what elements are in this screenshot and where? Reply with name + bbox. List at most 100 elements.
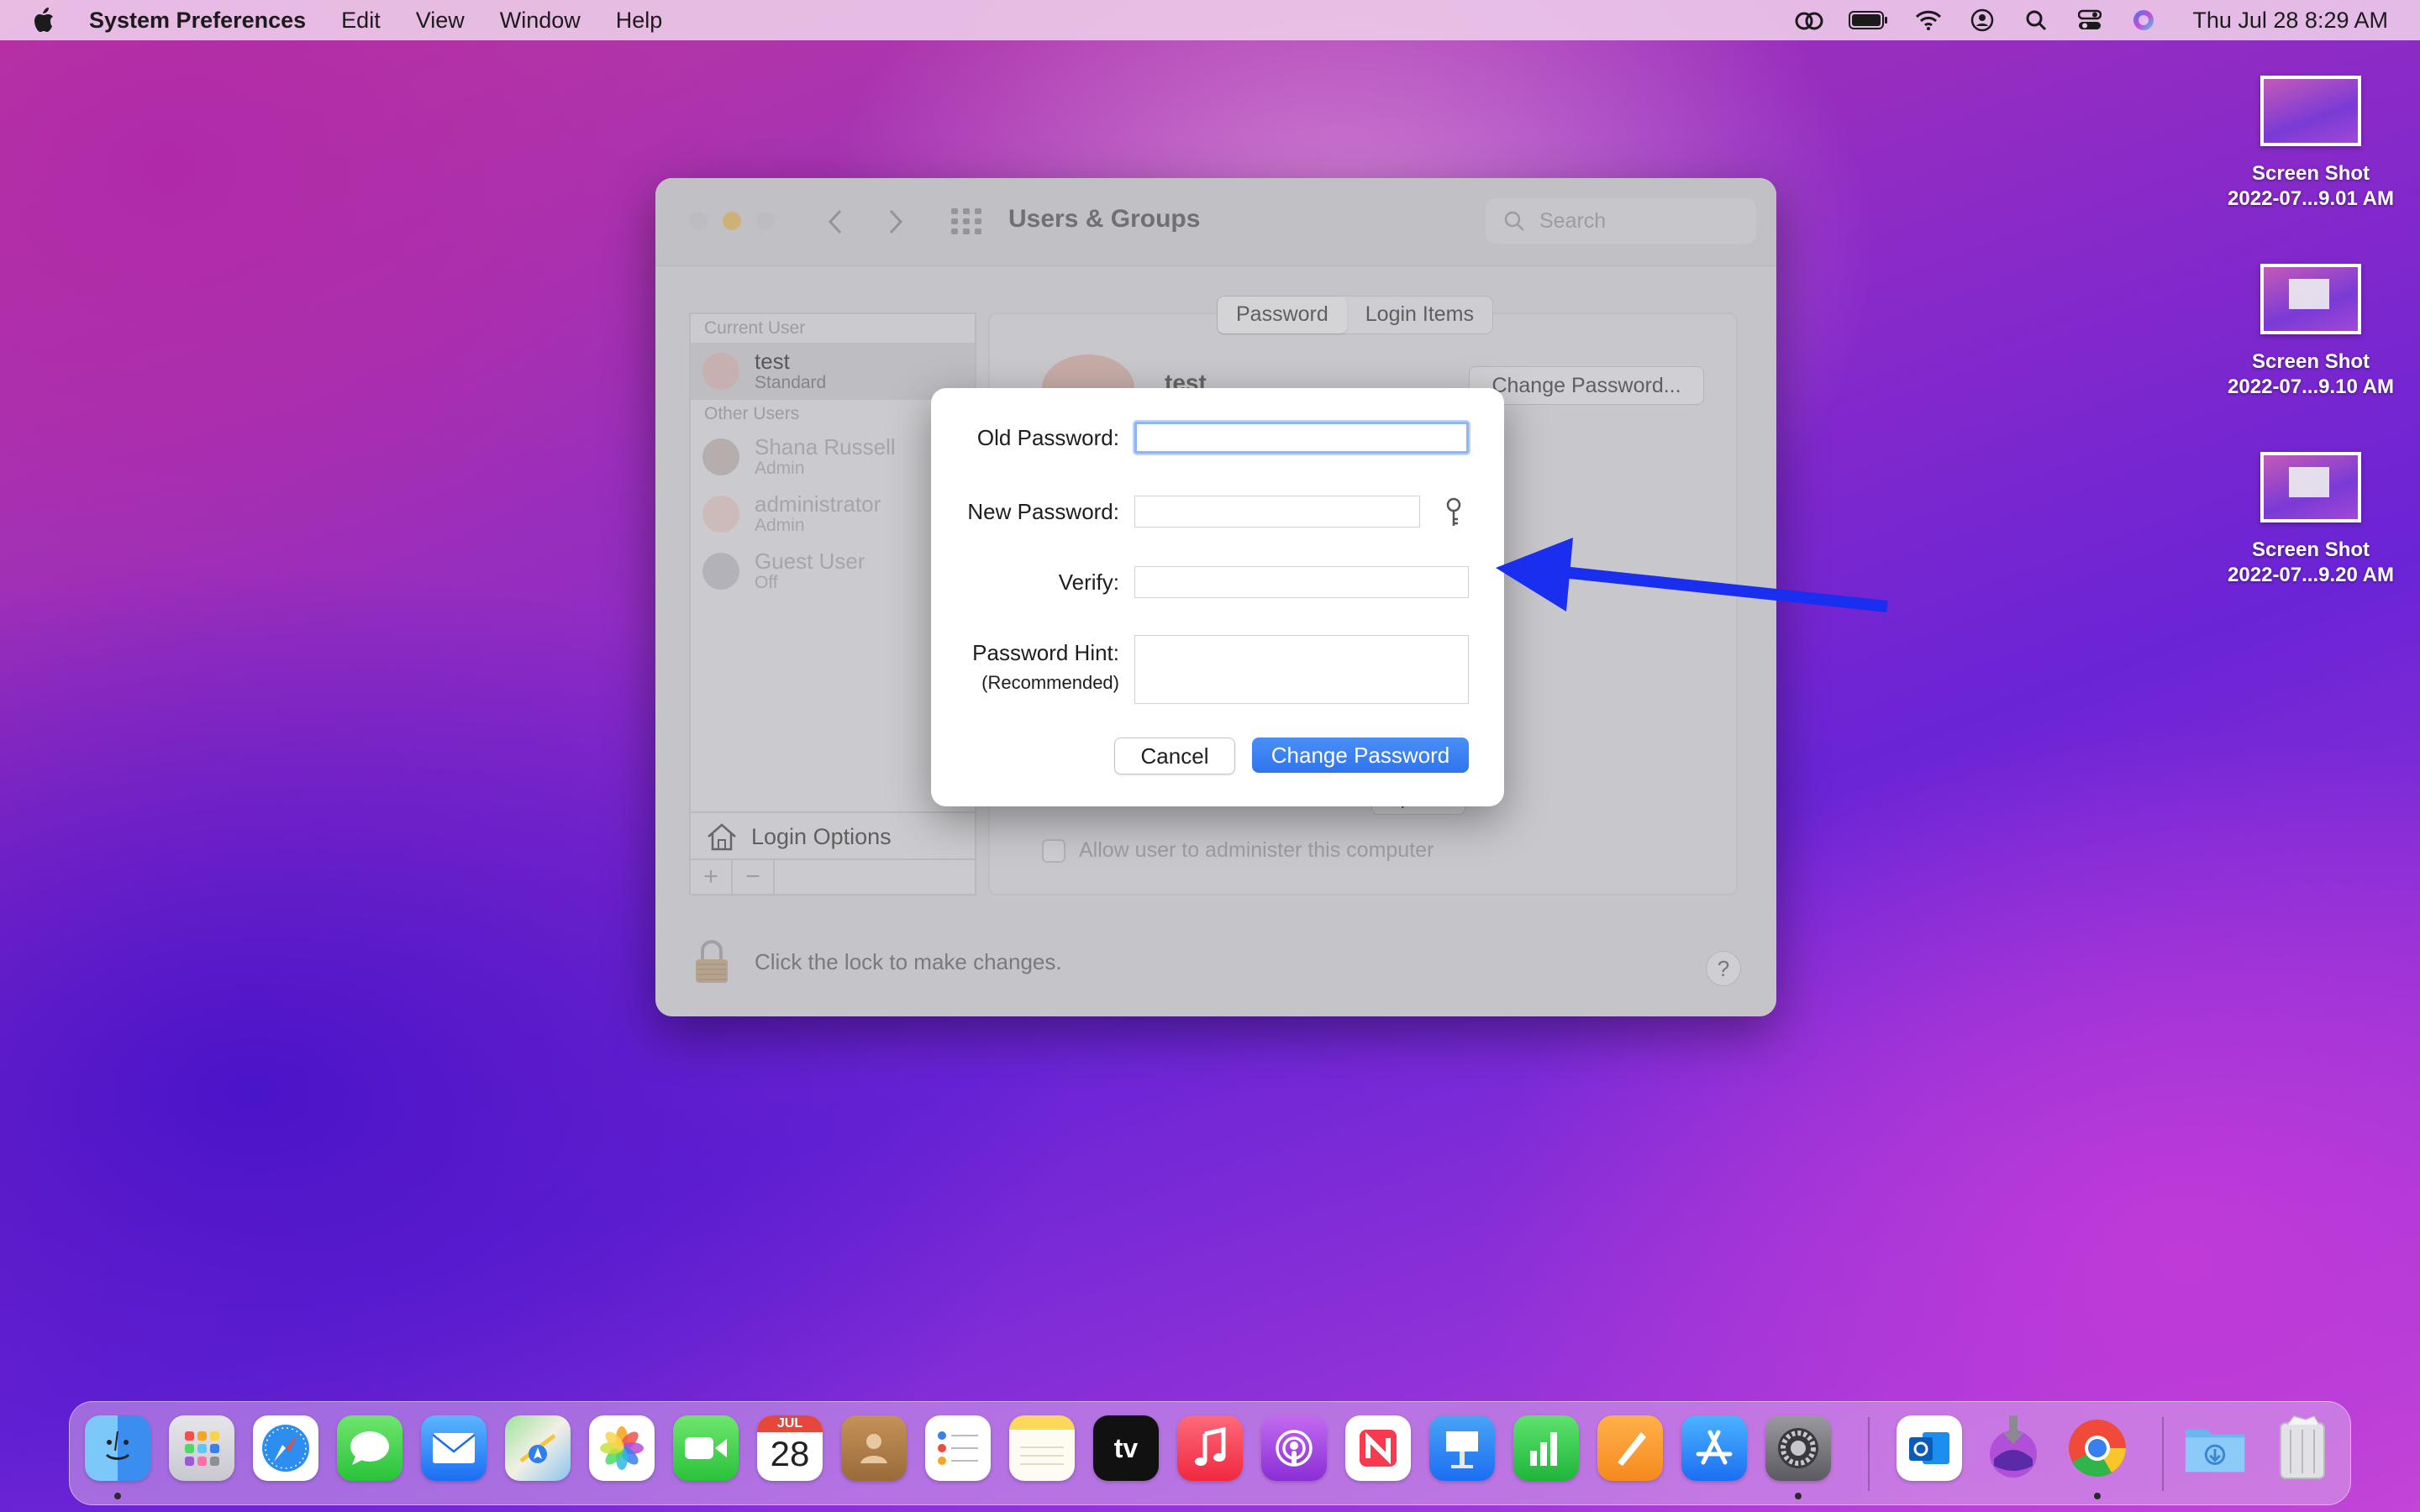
user-name: administrator <box>755 491 881 517</box>
chrome-icon[interactable] <box>2065 1415 2130 1481</box>
tab-password[interactable]: Password <box>1218 297 1347 333</box>
annotation-arrow-icon <box>1496 538 1888 612</box>
avatar <box>702 553 739 590</box>
desktop-file-name: Screen Shot <box>2251 538 2370 561</box>
reminders-icon[interactable] <box>925 1415 991 1481</box>
admin-checkbox-row[interactable]: Allow user to administer this computer <box>1042 838 1434 863</box>
change-password-sheet: Old Password: New Password: Verify: Pass… <box>931 388 1504 806</box>
house-icon <box>706 822 738 852</box>
control-center-icon[interactable] <box>2075 5 2105 35</box>
user-name: test <box>755 349 790 374</box>
creative-cloud-icon[interactable] <box>1794 5 1824 35</box>
maps-icon[interactable] <box>505 1415 571 1481</box>
keynote-icon[interactable] <box>1429 1415 1495 1481</box>
menu-window[interactable]: Window <box>500 8 581 34</box>
desktop-file[interactable]: Screen Shot 2022-07...9.10 AM <box>2218 264 2403 400</box>
running-indicator <box>114 1493 121 1499</box>
pages-icon[interactable] <box>1597 1415 1663 1481</box>
user-role: Admin <box>755 459 805 478</box>
sidebar-item-test[interactable]: test Standard <box>691 343 975 400</box>
safari-icon[interactable] <box>253 1415 318 1481</box>
app-store-icon[interactable] <box>1681 1415 1747 1481</box>
user-account-icon[interactable] <box>1967 5 1997 35</box>
macos-installer-icon[interactable] <box>1981 1415 2046 1481</box>
admin-checkbox[interactable] <box>1042 838 1065 863</box>
dock-separator <box>2162 1417 2164 1491</box>
outlook-icon[interactable] <box>1897 1415 1962 1481</box>
desktop-file-date: 2022-07...9.10 AM <box>2228 375 2394 398</box>
finder-icon[interactable] <box>85 1415 150 1481</box>
facetime-icon[interactable] <box>673 1415 739 1481</box>
photos-icon[interactable] <box>589 1415 655 1481</box>
current-user-heading: Current User <box>704 318 806 338</box>
search-field[interactable]: Search <box>1486 198 1756 244</box>
lock-icon[interactable] <box>694 939 729 984</box>
menu-help[interactable]: Help <box>616 8 663 34</box>
calendar-month: JUL <box>757 1415 823 1432</box>
system-preferences-icon[interactable] <box>1765 1415 1831 1481</box>
window-titlebar: Users & Groups Search <box>655 178 1776 266</box>
avatar <box>702 353 739 390</box>
show-all-grid-icon[interactable] <box>951 208 981 235</box>
siri-icon[interactable] <box>2128 5 2159 35</box>
desktop-file[interactable]: Screen Shot 2022-07...9.01 AM <box>2218 76 2403 212</box>
lock-text: Click the lock to make changes. <box>755 948 1062 974</box>
running-indicator <box>1795 1493 1802 1499</box>
desktop-file[interactable]: Screen Shot 2022-07...9.20 AM <box>2218 452 2403 588</box>
lock-row[interactable]: Click the lock to make changes. <box>694 939 1062 984</box>
user-role: Admin <box>755 516 805 535</box>
sidebar-toolbar: + − <box>691 858 975 894</box>
screenshot-thumbnail <box>2260 76 2361 146</box>
notes-icon[interactable] <box>1009 1415 1075 1481</box>
zoom-button[interactable] <box>756 212 775 230</box>
help-button[interactable]: ? <box>1706 951 1741 986</box>
login-options-item[interactable]: Login Options <box>691 811 975 860</box>
launchpad-icon[interactable] <box>169 1415 234 1481</box>
cancel-button[interactable]: Cancel <box>1114 738 1235 774</box>
menubar-clock[interactable]: Thu Jul 28 8:29 AM <box>2192 8 2388 34</box>
password-assistant-key-icon[interactable] <box>1444 497 1464 529</box>
mail-icon[interactable] <box>421 1415 487 1481</box>
remove-user-button[interactable]: − <box>733 860 775 894</box>
change-password-submit-button[interactable]: Change Password <box>1252 738 1469 773</box>
old-password-field[interactable] <box>1134 422 1469 454</box>
app-menu[interactable]: System Preferences <box>89 8 306 34</box>
menu-edit[interactable]: Edit <box>341 8 381 34</box>
new-password-field[interactable] <box>1134 496 1420 528</box>
close-button[interactable] <box>689 212 708 230</box>
battery-icon[interactable] <box>1848 5 1890 35</box>
back-arrow-icon[interactable] <box>818 205 852 239</box>
password-hint-field[interactable] <box>1134 635 1469 704</box>
user-name: Guest User <box>755 549 865 574</box>
new-password-label: New Password: <box>967 499 1119 524</box>
forward-arrow-icon[interactable] <box>879 205 913 239</box>
news-icon[interactable] <box>1345 1415 1411 1481</box>
minimize-button[interactable] <box>723 212 741 230</box>
tab-login-items[interactable]: Login Items <box>1347 297 1492 333</box>
numbers-icon[interactable] <box>1513 1415 1579 1481</box>
spotlight-search-icon[interactable] <box>2021 5 2051 35</box>
desktop-file-date: 2022-07...9.20 AM <box>2228 564 2394 586</box>
tab-bar: Password Login Items <box>1217 296 1494 334</box>
desktop-file-name: Screen Shot <box>2251 162 2370 185</box>
trash-icon[interactable] <box>2270 1415 2335 1481</box>
dock-separator <box>1868 1417 1870 1491</box>
downloads-folder-icon[interactable] <box>2182 1415 2248 1481</box>
calendar-icon[interactable]: JUL 28 <box>757 1415 823 1481</box>
contacts-icon[interactable] <box>841 1415 907 1481</box>
add-user-button[interactable]: + <box>691 860 733 894</box>
apple-menu-icon[interactable] <box>32 7 55 34</box>
verify-label: Verify: <box>1058 570 1119 595</box>
wifi-icon[interactable] <box>1913 5 1944 35</box>
verify-password-field[interactable] <box>1134 566 1469 598</box>
screenshot-thumbnail <box>2260 264 2361 334</box>
apple-tv-icon[interactable]: tv <box>1093 1415 1159 1481</box>
desktop-file-name: Screen Shot <box>2251 350 2370 373</box>
menu-view[interactable]: View <box>416 8 465 34</box>
tv-label: tv <box>1113 1432 1139 1463</box>
messages-icon[interactable] <box>337 1415 402 1481</box>
menu-bar: System Preferences Edit View Window Help… <box>0 0 2420 40</box>
podcasts-icon[interactable] <box>1261 1415 1327 1481</box>
change-password-button[interactable]: Change Password... <box>1469 366 1704 405</box>
music-icon[interactable] <box>1177 1415 1243 1481</box>
